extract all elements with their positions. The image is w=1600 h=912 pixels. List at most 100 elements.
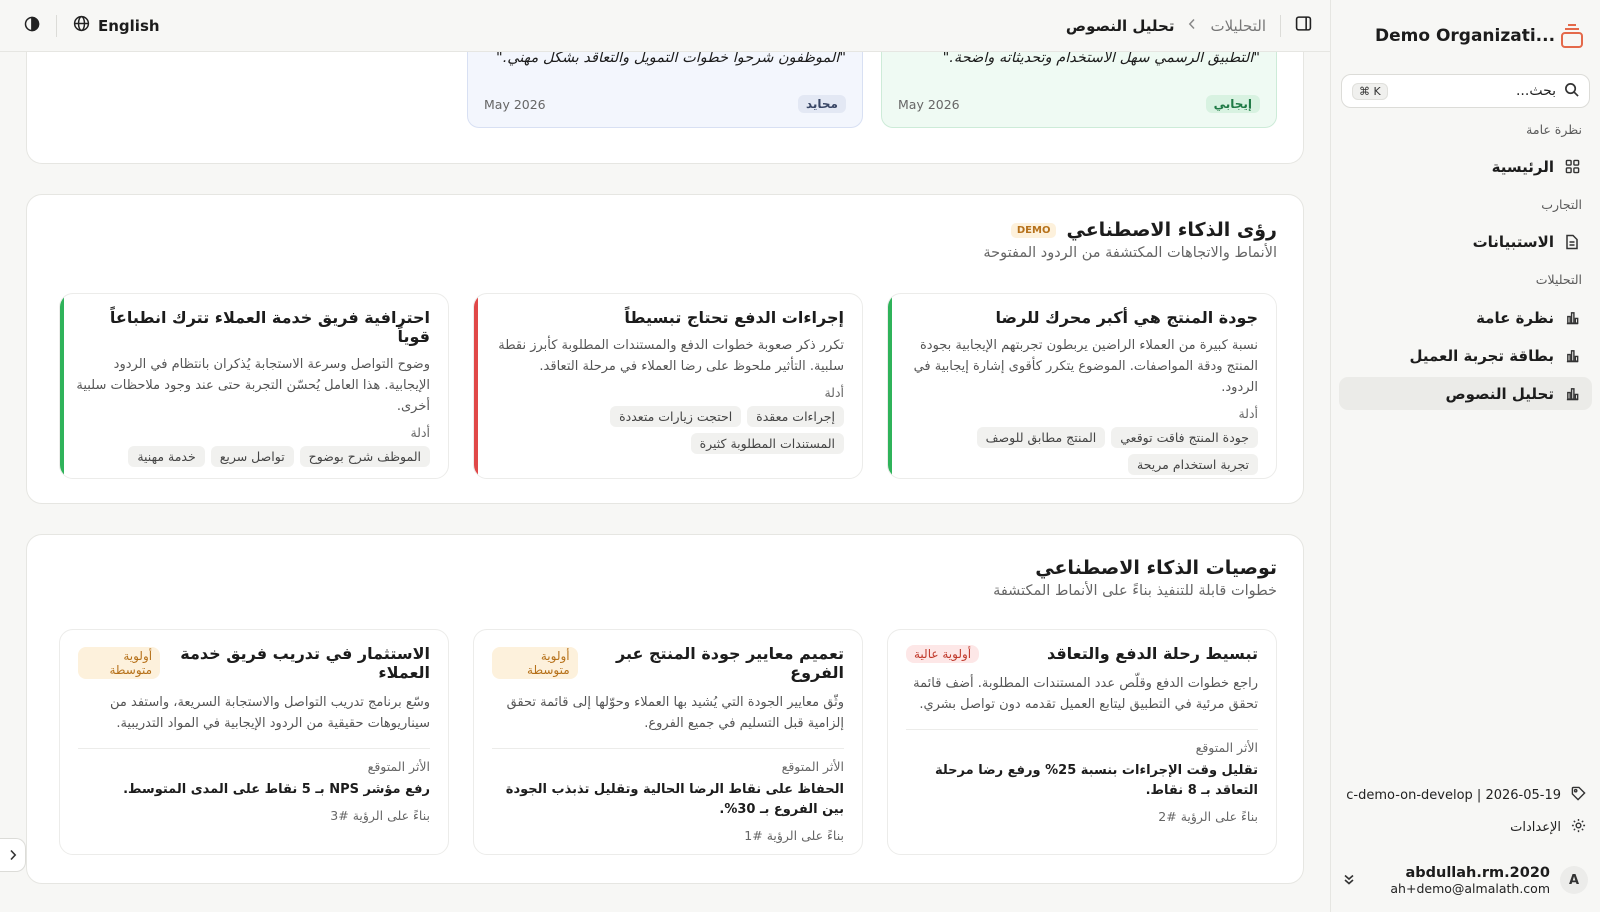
recommendation-title: تعميم معايير جودة المنتج عبر الفروع — [615, 644, 844, 682]
impact-text: رفع مؤشر NPS بـ 5 نقاط على المدى المتوسط… — [123, 782, 430, 797]
org-switcher[interactable]: Demo Organizati... — [1345, 18, 1586, 54]
recommendation-title: تبسيط رحلة الدفع والتعاقد — [1046, 644, 1258, 663]
user-name: abdullah.rm.2020 — [1405, 864, 1550, 881]
evidence-chip: المنتج مطابق للوصف — [976, 427, 1106, 448]
evidence-chips: جودة المنتج فاقت توقعي المنتج مطابق للوص… — [904, 427, 1258, 475]
evidence-chip: المستندات المطلوبة كثيرة — [690, 433, 844, 454]
evidence-label: أدلة — [1238, 406, 1258, 421]
search-placeholder: بحث... — [1515, 83, 1556, 99]
impact-text: الحفاظ على نقاط الرضا الحالية وتقليل تذب… — [505, 782, 844, 817]
evidence-chip: جودة المنتج فاقت توقعي — [1111, 427, 1258, 448]
settings-link[interactable]: الإعدادات — [1345, 818, 1586, 837]
chevrons-up-down-icon — [1343, 871, 1355, 890]
user-email: ah+demo@almalath.com — [1390, 880, 1550, 896]
evidence-chips: إجراءات معقدة احتجت زيارات متعددة المستن… — [490, 406, 844, 454]
recommendation-card: الاستثمار في تدريب فريق خدمة العملاء أول… — [59, 629, 449, 855]
quote-date: May 2026 — [898, 96, 960, 112]
breadcrumb-current: تحليل النصوص — [1065, 16, 1175, 35]
impact-label: الأثر المتوقع — [1195, 740, 1258, 755]
globe-icon — [73, 15, 90, 36]
search-shortcut: ⌘ K — [1352, 82, 1388, 100]
evidence-chip: خدمة مهنية — [128, 446, 205, 467]
quote-text: "الموظفون شرحوا خطوات التمويل والتعاقد ب… — [496, 52, 846, 66]
insight-title: إجراءات الدفع تحتاج تبسيطاً — [624, 308, 844, 327]
topbar-divider — [1280, 14, 1281, 37]
sidebar-item-analytics-overview[interactable]: نظرة عامة — [1339, 301, 1592, 334]
panel-subtitle: خطوات قابلة للتنفيذ بناءً على الأنماط ال… — [993, 583, 1277, 599]
quote-card: "التطبيق الرسمي سهل الاستخدام وتحديثاته … — [881, 52, 1277, 128]
user-menu[interactable]: A abdullah.rm.2020 ah+demo@almalath.com — [1343, 858, 1588, 902]
topbar: English التحليلات تحليل النصوص — [0, 0, 1330, 52]
impact-text: تقليل وقت الإجراءات بنسبة 25% ورفع رضا م… — [934, 763, 1258, 798]
sidebar-item-cx-card[interactable]: بطاقة تجربة العميل — [1339, 339, 1592, 372]
evidence-chip: إجراءات معقدة — [747, 406, 844, 427]
search-icon — [1564, 82, 1579, 101]
chevron-right-icon — [9, 846, 17, 865]
divider — [492, 748, 844, 749]
quote-text: "التطبيق الرسمي سهل الاستخدام وتحديثاته … — [942, 52, 1260, 66]
chevron-left-icon — [1188, 18, 1196, 34]
language-switcher[interactable]: English — [73, 15, 160, 36]
bar-chart-icon — [1564, 310, 1580, 326]
insight-body: وضوح التواصل وسرعة الاستجابة يُذكران بان… — [76, 357, 430, 414]
expand-panel-button[interactable] — [0, 838, 26, 872]
insight-body: نسبة كبيرة من العملاء الراضين يربطون تجر… — [913, 338, 1258, 395]
sidebar-item-label: نظرة عامة — [1476, 308, 1554, 327]
section-label-overview: نظرة عامة — [1526, 122, 1582, 137]
build-info: c-demo-on-develop | 2026-05-19 — [1345, 786, 1586, 805]
section-label-analytics: التحليلات — [1535, 272, 1582, 287]
impact-label: الأثر المتوقع — [781, 759, 844, 774]
user-info: abdullah.rm.2020 ah+demo@almalath.com — [1365, 865, 1550, 896]
sentiment-badge: محايد — [797, 95, 846, 113]
evidence-chip: احتجت زيارات متعددة — [610, 406, 742, 427]
sidebar-item-label: الاستبيانات — [1472, 232, 1554, 251]
recommendation-title: الاستثمار في تدريب فريق خدمة العملاء — [180, 644, 430, 682]
divider — [906, 729, 1258, 730]
impact-label: الأثر المتوقع — [367, 759, 430, 774]
topbar-divider — [56, 14, 57, 37]
priority-badge: أولوية عالية — [906, 644, 980, 663]
recommendation-body: وسّع برنامج تدريب التواصل والاستجابة الس… — [110, 695, 430, 731]
sidebar-item-text-analysis[interactable]: تحليل النصوص — [1339, 377, 1592, 410]
sidebar-item-surveys[interactable]: الاستبيانات — [1339, 225, 1592, 258]
sidebar-item-label: الرئيسية — [1491, 157, 1554, 176]
evidence-chip: تواصل سريع — [210, 446, 294, 467]
quote-card: "الموظفون شرحوا خطوات التمويل والتعاقد ب… — [467, 52, 863, 128]
ai-recommendations-panel: توصيات الذكاء الاصطناعي خطوات قابلة للتن… — [26, 534, 1304, 884]
recommendation-body: وثّق معايير الجودة التي يُشيد بها العملا… — [506, 695, 844, 731]
insight-card: احترافية فريق خدمة العملاء تترك انطباعاً… — [59, 293, 449, 479]
sidebar-item-home[interactable]: الرئيسية — [1339, 150, 1592, 183]
recommendation-body: راجع خطوات الدفع وقلّص عدد المستندات الم… — [913, 676, 1258, 712]
tag-icon — [1571, 786, 1586, 805]
breadcrumb-parent[interactable]: التحليلات — [1210, 17, 1266, 35]
sidebar-item-label: تحليل النصوص — [1445, 384, 1554, 403]
insight-reference: بناءً على الرؤية #1 — [744, 828, 844, 843]
sidebar-toggle-icon[interactable] — [1295, 15, 1312, 36]
gear-icon — [1571, 818, 1586, 837]
build-info-text: c-demo-on-develop | 2026-05-19 — [1346, 788, 1561, 803]
panel-title: توصيات الذكاء الاصطناعي — [1035, 557, 1277, 579]
language-label: English — [98, 16, 160, 35]
main-content: "التطبيق الرسمي سهل الاستخدام وتحديثاته … — [0, 52, 1330, 912]
evidence-label: أدلة — [824, 385, 844, 400]
document-icon — [1564, 234, 1580, 250]
search-input[interactable]: بحث... ⌘ K — [1341, 74, 1590, 108]
evidence-chip: تجربة استخدام مريحة — [1128, 454, 1258, 475]
section-label-experiences: التجارب — [1541, 197, 1582, 212]
evidence-chip: الموظف شرح بوضوح — [299, 446, 430, 467]
settings-label: الإعدادات — [1510, 820, 1561, 835]
priority-badge: أولوية متوسطة — [78, 647, 161, 679]
divider — [78, 748, 430, 749]
recommendation-card: تعميم معايير جودة المنتج عبر الفروع أولو… — [473, 629, 863, 855]
ai-insights-panel: رؤى الذكاء الاصطناعي DEMO الأنماط والاتج… — [26, 194, 1304, 504]
insight-card: جودة المنتج هي أكبر محرك للرضا نسبة كبير… — [887, 293, 1277, 479]
theme-toggle-icon[interactable] — [24, 16, 40, 36]
bar-chart-icon — [1564, 386, 1580, 402]
quotes-panel: "التطبيق الرسمي سهل الاستخدام وتحديثاته … — [26, 52, 1304, 164]
insight-title: جودة المنتج هي أكبر محرك للرضا — [995, 308, 1258, 327]
panel-subtitle: الأنماط والاتجاهات المكتشفة من الردود ال… — [983, 245, 1277, 261]
priority-badge: أولوية متوسطة — [492, 647, 578, 679]
insight-card: إجراءات الدفع تحتاج تبسيطاً تكرر ذكر صعو… — [473, 293, 863, 479]
recommendation-card: تبسيط رحلة الدفع والتعاقد أولوية عالية ر… — [887, 629, 1277, 855]
insight-reference: بناءً على الرؤية #2 — [1158, 809, 1258, 824]
